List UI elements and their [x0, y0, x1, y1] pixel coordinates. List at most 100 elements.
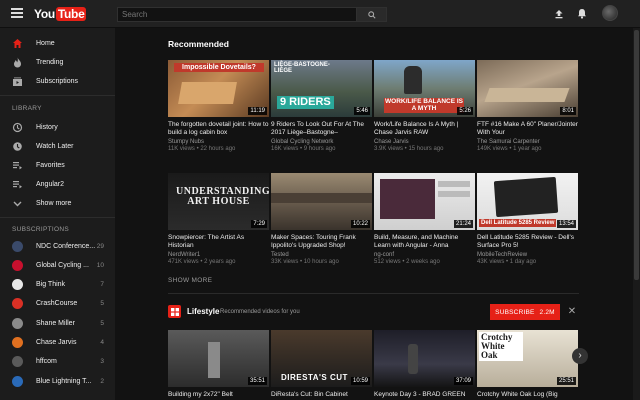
sidebar: Home Trending Subscriptions LIBRARY Hist…	[0, 28, 115, 400]
video-card[interactable]: 8:01 FTF #16 Make A 60" Planer/Jointer W…	[477, 60, 578, 152]
video-title[interactable]: DiResta's Cut: Bin Cabinet	[271, 391, 372, 400]
sidebar-divider	[0, 217, 115, 218]
new-video-count: 5	[100, 300, 104, 308]
thumbnail-art	[493, 176, 559, 218]
subscription-label: CrashCourse	[36, 300, 78, 308]
video-thumbnail[interactable]: 8:01	[477, 60, 578, 117]
sidebar-item-watch-later[interactable]: Watch Later	[0, 137, 115, 155]
video-duration: 5:46	[354, 107, 370, 115]
video-card[interactable]: 37:09 Keynote Day 3 - BRAD GREEN	[374, 330, 475, 400]
thumbnail-caption: WORK/LIFE BALANCE IS A MYTH	[384, 98, 464, 113]
video-card[interactable]: 10:22 Maker Spaces: Touring Frank Ippoli…	[271, 173, 372, 265]
channel-name[interactable]: Stumpy Nubs	[168, 139, 269, 145]
search-button[interactable]	[356, 7, 387, 22]
channel-name[interactable]: ng-conf	[374, 252, 475, 258]
account-avatar[interactable]	[602, 5, 618, 21]
video-thumbnail[interactable]: 21:24	[374, 173, 475, 230]
subscription-item[interactable]: CrashCourse 5	[0, 295, 115, 313]
chevron-right-icon[interactable]: ›	[572, 348, 588, 364]
thumbnail-caption: UNDERSTANDING ART HOUSE	[176, 186, 269, 207]
video-duration: 37:09	[453, 377, 473, 385]
show-more-button[interactable]: SHOW MORE	[168, 277, 212, 284]
video-thumbnail[interactable]: 37:09	[374, 330, 475, 387]
subscribe-button[interactable]: SUBSCRIBE 2.2M	[490, 304, 560, 320]
new-video-count: 2	[100, 377, 104, 385]
subscription-item[interactable]: hffcom 3	[0, 353, 115, 371]
subscription-item[interactable]: Blue Lightning T... 2	[0, 372, 115, 390]
lifestyle-subtitle: Recommended videos for you	[220, 309, 300, 315]
video-thumbnail[interactable]: UNDERSTANDING ART HOUSE 7:29	[168, 173, 269, 230]
sidebar-item-subscriptions[interactable]: Subscriptions	[0, 72, 115, 90]
video-title[interactable]: Snowpiercer: The Artist As Historian	[168, 234, 269, 250]
video-title[interactable]: Maker Spaces: Touring Frank Ippolito's U…	[271, 234, 372, 250]
lifestyle-title[interactable]: Lifestyle	[187, 307, 219, 316]
video-thumbnail[interactable]: LIÈGE-BASTOGNE-LIÈGE 9 RIDERS 5:46	[271, 60, 372, 117]
subscription-item[interactable]: Big Think 7	[0, 276, 115, 294]
sidebar-item-history[interactable]: History	[0, 118, 115, 136]
sidebar-item-home[interactable]: Home	[0, 34, 115, 52]
search-input[interactable]	[117, 7, 357, 22]
subscription-item[interactable]: Global Cycling ... 10	[0, 256, 115, 274]
video-meta: 512 views • 2 weeks ago	[374, 259, 440, 265]
video-title[interactable]: Work/Life Balance Is A Myth | Chase Jarv…	[374, 121, 475, 137]
subscription-item[interactable]: Shane Miller 5	[0, 314, 115, 332]
video-meta: 33K views • 10 hours ago	[271, 259, 339, 265]
youtube-logo[interactable]: You Tube	[34, 6, 87, 22]
video-card[interactable]: Crotchy White Oak 25:51 Crotchy White Oa…	[477, 330, 578, 400]
video-card[interactable]: LIÈGE-BASTOGNE-LIÈGE 9 RIDERS 5:46 9 Rid…	[271, 60, 372, 152]
video-title[interactable]: Build, Measure, and Machine Learn with A…	[374, 234, 475, 250]
video-thumbnail[interactable]: 10:22	[271, 173, 372, 230]
video-thumbnail[interactable]: Dell Latitude 5285 Review 13:54	[477, 173, 578, 230]
video-thumbnail[interactable]: 35:51	[168, 330, 269, 387]
video-title[interactable]: Dell Latitude 5285 Review - Dell's Surfa…	[477, 234, 578, 250]
channel-avatar	[12, 298, 23, 310]
video-title[interactable]: 9 Riders To Look Out For At The 2017 Liè…	[271, 121, 372, 137]
thumbnail-caption: Impossible Dovetails?	[174, 63, 264, 72]
lifestyle-channel-icon[interactable]	[168, 305, 181, 318]
video-card[interactable]: Impossible Dovetails? 11:19 The forgotte…	[168, 60, 269, 152]
thumbnail-art	[484, 88, 570, 102]
sidebar-divider	[0, 95, 115, 96]
video-thumbnail[interactable]: WORK/LIFE BALANCE IS A MYTH 5:26	[374, 60, 475, 117]
video-meta: 471K views • 2 years ago	[168, 259, 236, 265]
video-title[interactable]: Crotchy White Oak Log (Big	[477, 391, 578, 400]
video-thumbnail[interactable]: Impossible Dovetails? 11:19	[168, 60, 269, 117]
sidebar-item-angular2[interactable]: Angular2	[0, 175, 115, 193]
subscription-item[interactable]: NDC Conference... 29	[0, 237, 115, 255]
video-card[interactable]: UNDERSTANDING ART HOUSE 7:29 Snowpiercer…	[168, 173, 269, 265]
sidebar-item-show-more[interactable]: Show more	[0, 194, 115, 212]
video-title[interactable]: FTF #16 Make A 60" Planer/Jointer With Y…	[477, 121, 578, 137]
channel-avatar	[12, 259, 23, 271]
new-video-count: 5	[100, 319, 104, 327]
scrollbar-thumb[interactable]	[634, 30, 639, 280]
video-card[interactable]: 35:51 Building my 2x72" Belt	[168, 330, 269, 400]
close-icon[interactable]: ✕	[566, 306, 578, 318]
video-thumbnail[interactable]: DIRESTA'S CUT 10:59	[271, 330, 372, 387]
scrollbar[interactable]	[633, 28, 640, 400]
channel-name[interactable]: Global Cycling Network	[271, 139, 372, 145]
video-card[interactable]: 21:24 Build, Measure, and Machine Learn …	[374, 173, 475, 265]
sidebar-item-trending[interactable]: Trending	[0, 53, 115, 71]
video-card[interactable]: DIRESTA'S CUT 10:59 DiResta's Cut: Bin C…	[271, 330, 372, 400]
video-title[interactable]: The forgotten dovetail joint: How to bui…	[168, 121, 269, 137]
channel-name[interactable]: NerdWriter1	[168, 252, 269, 258]
video-title[interactable]: Building my 2x72" Belt	[168, 391, 269, 400]
video-card[interactable]: WORK/LIFE BALANCE IS A MYTH 5:26 Work/Li…	[374, 60, 475, 152]
channel-name[interactable]: Chase Jarvis	[374, 139, 475, 145]
hamburger-menu-icon[interactable]	[11, 8, 23, 20]
sidebar-item-favorites[interactable]: Favorites	[0, 156, 115, 174]
thumbnail-caption: DIRESTA'S CUT	[281, 373, 348, 382]
thumbnail-art	[404, 66, 422, 94]
video-title[interactable]: Keynote Day 3 - BRAD GREEN	[374, 391, 475, 400]
channel-name[interactable]: MobileTechReview	[477, 252, 578, 258]
notifications-bell-icon[interactable]	[577, 8, 587, 19]
thumbnail-caption: LIÈGE-BASTOGNE-LIÈGE	[274, 62, 330, 74]
new-video-count: 10	[96, 261, 104, 269]
video-thumbnail[interactable]: Crotchy White Oak 25:51	[477, 330, 578, 387]
subscription-item[interactable]: Chase Jarvis 4	[0, 334, 115, 352]
channel-avatar	[12, 375, 23, 387]
upload-icon[interactable]	[554, 9, 564, 19]
channel-name[interactable]: The Samurai Carpenter	[477, 139, 578, 145]
channel-name[interactable]: Tested	[271, 252, 372, 258]
video-card[interactable]: Dell Latitude 5285 Review 13:54 Dell Lat…	[477, 173, 578, 265]
